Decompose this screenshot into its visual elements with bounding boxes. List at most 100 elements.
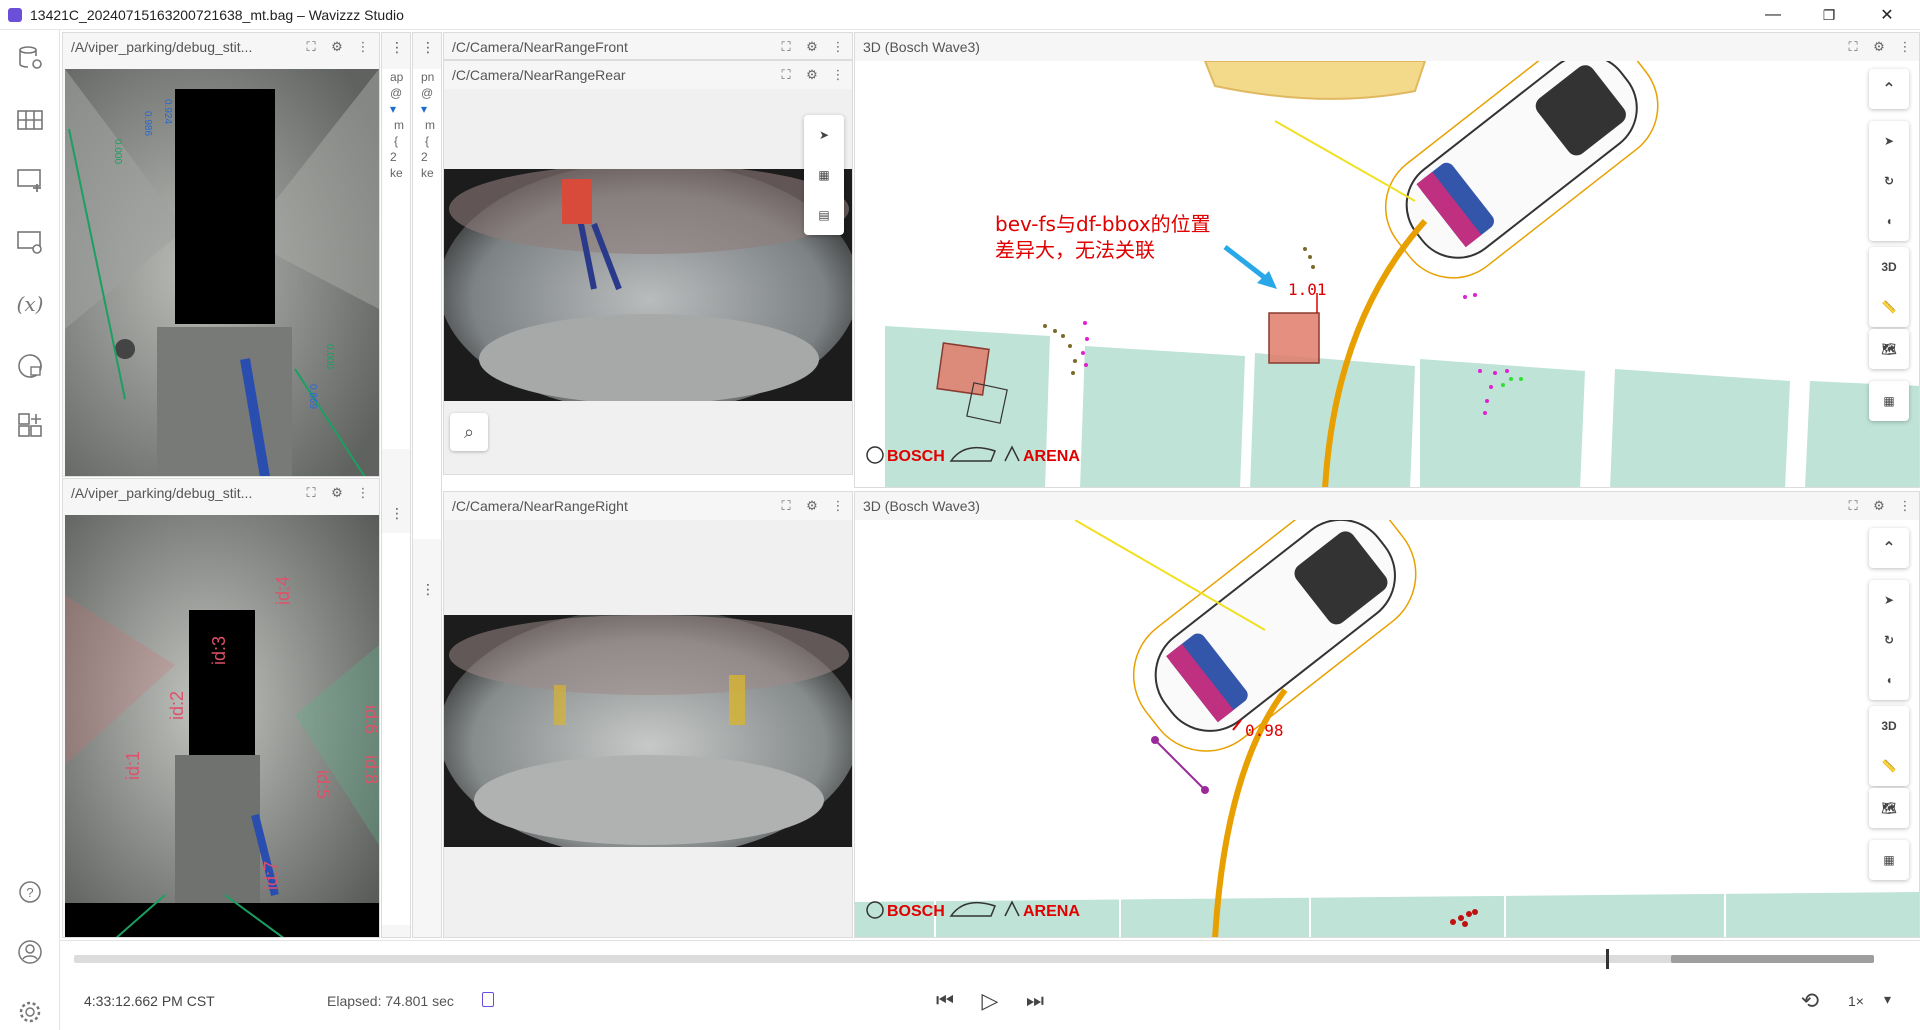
- close-button[interactable]: ✕: [1864, 0, 1910, 30]
- expand-icon[interactable]: ⛶: [303, 485, 319, 501]
- scene-toolbar-bottom: ⌃: [1869, 528, 1909, 568]
- gear-icon[interactable]: ⚙: [1871, 39, 1887, 55]
- camera-right-image: [444, 615, 852, 847]
- window-title: 13421C_20240715163200721638_mt.bag – Wav…: [30, 6, 404, 23]
- add-panel-icon[interactable]: [14, 164, 46, 196]
- bosch-logo-icon: [866, 446, 884, 464]
- expand-icon[interactable]: ⛶: [1845, 498, 1861, 514]
- help-icon[interactable]: ?: [14, 876, 46, 908]
- timeline-track[interactable]: [74, 949, 1874, 969]
- gear-icon[interactable]: ⚙: [804, 39, 820, 55]
- label-3d-button[interactable]: 3D: [1869, 247, 1909, 287]
- map-icon[interactable]: 🗺: [1869, 329, 1909, 369]
- narrow-panel-1: ⋮ ap @ ▾ m { 2 ke ⋮: [381, 32, 411, 938]
- gear-icon[interactable]: ⚙: [804, 67, 820, 83]
- debug-image-bottom: id:4 id:3 id:2 id:1 id:8 id:6 id:7 id:5: [65, 515, 379, 937]
- narrow-text: @: [390, 86, 403, 100]
- grid-icon[interactable]: ▦: [1869, 840, 1909, 880]
- maximize-button[interactable]: ❐: [1806, 0, 1852, 30]
- speed-dropdown-icon[interactable]: ▾: [1884, 991, 1891, 1008]
- debug-label: id:1: [123, 751, 143, 780]
- expand-icon[interactable]: ⛶: [1845, 39, 1861, 55]
- film-icon[interactable]: ▤: [804, 195, 844, 235]
- narrow-text: {: [394, 134, 399, 148]
- camera-front-panel: /C/Camera/NearRangeFront ⛶ ⚙ ⋮: [443, 32, 853, 60]
- minimize-button[interactable]: —: [1750, 0, 1796, 30]
- ruler-icon[interactable]: 📏: [1869, 287, 1909, 327]
- more-icon[interactable]: ⋮: [830, 39, 846, 55]
- settings-icon[interactable]: [14, 996, 46, 1028]
- more-icon[interactable]: ⋮: [830, 67, 846, 83]
- expand-icon[interactable]: ⛶: [303, 39, 319, 55]
- grid-icon[interactable]: ▦: [1869, 381, 1909, 421]
- gear-icon[interactable]: ⚙: [329, 39, 345, 55]
- debug-panel-top: /A/viper_parking/debug_stit... ⛶ ⚙ ⋮ 0.9…: [62, 32, 380, 477]
- expand-icon[interactable]: ⛶: [778, 498, 794, 514]
- help-glyph: ?: [26, 884, 34, 900]
- title-bar: 13421C_20240715163200721638_mt.bag – Wav…: [0, 0, 1920, 30]
- scene-canvas-bottom[interactable]: 0.98 BOSCH ARENA: [855, 520, 1919, 937]
- more-icon[interactable]: ⋮: [390, 505, 404, 522]
- variables-icon[interactable]: (𝑥): [14, 288, 46, 320]
- more-icon[interactable]: ⋮: [421, 39, 435, 56]
- brand-bosch: BOSCH: [887, 903, 945, 920]
- more-icon[interactable]: ⋮: [390, 39, 404, 56]
- gear-icon[interactable]: ⚙: [1871, 498, 1887, 514]
- pointer-icon[interactable]: ➤: [804, 115, 844, 155]
- more-icon[interactable]: ⋮: [355, 39, 371, 55]
- scene-canvas-top[interactable]: 1.01 bev-fs与df-bbox的位置 差异大，无法关联 BOSCH AR…: [855, 61, 1919, 487]
- mouse-icon[interactable]: ◖: [1869, 201, 1909, 241]
- mouse-icon[interactable]: ◖: [1869, 660, 1909, 700]
- more-icon[interactable]: ⋮: [1897, 39, 1913, 55]
- caret-icon[interactable]: ▾: [421, 101, 441, 117]
- qr-icon[interactable]: ▦: [804, 155, 844, 195]
- expand-icon[interactable]: ⛶: [778, 67, 794, 83]
- debug-label: 0.986: [142, 111, 153, 136]
- add-extension-icon[interactable]: [14, 410, 46, 442]
- panel-title: 3D (Bosch Wave3): [855, 33, 1919, 61]
- label-3d-button[interactable]: 3D: [1869, 706, 1909, 746]
- more-icon[interactable]: ⋮: [830, 498, 846, 514]
- pointer-icon[interactable]: ➤: [1869, 580, 1909, 620]
- skip-back-button[interactable]: ⏮: [930, 987, 960, 1015]
- more-icon[interactable]: ⋮: [355, 485, 371, 501]
- more-icon[interactable]: ⋮: [421, 581, 435, 598]
- ruler-icon[interactable]: 📏: [1869, 746, 1909, 786]
- map-icon[interactable]: 🗺: [1869, 788, 1909, 828]
- panel-settings-icon[interactable]: [14, 226, 46, 258]
- layout-icon[interactable]: [14, 104, 46, 136]
- loop-button[interactable]: ⟲: [1795, 987, 1825, 1015]
- scene-toolbar-top-4: 🗺: [1869, 329, 1909, 369]
- scene-panel-bottom: 3D (Bosch Wave3) ⛶ ⚙ ⋮ 0.98 BOSCH ARENA …: [854, 491, 1920, 938]
- timeline-playhead[interactable]: [1605, 949, 1609, 969]
- account-icon[interactable]: [14, 936, 46, 968]
- annotation-line-1: bev-fs与df-bbox的位置: [995, 212, 1211, 236]
- play-button[interactable]: ▷: [975, 987, 1005, 1015]
- debug-label: id:3: [209, 636, 229, 665]
- skip-forward-button[interactable]: ⏭: [1020, 987, 1050, 1015]
- pointer-icon[interactable]: ➤: [1869, 121, 1909, 161]
- extensions-icon[interactable]: [14, 350, 46, 382]
- camera-toolbar: ➤ ▦ ▤: [804, 115, 844, 235]
- gear-icon[interactable]: ⚙: [804, 498, 820, 514]
- data-source-icon[interactable]: [14, 42, 46, 74]
- caret-icon[interactable]: ▾: [390, 101, 410, 117]
- speed-value[interactable]: 1×: [1848, 993, 1864, 1009]
- chevron-up-icon[interactable]: ⌃: [1869, 528, 1909, 568]
- timeline-buffered: [1670, 955, 1874, 963]
- gear-icon[interactable]: ⚙: [329, 485, 345, 501]
- playback-bar: 4:33:12.662 PM CST Elapsed: 74.801 sec ⏮…: [60, 940, 1920, 1030]
- app-icon: [8, 7, 22, 22]
- scene-toolbar-top-2: ➤ ↻ ◖: [1869, 121, 1909, 241]
- confidence-label: 1.01: [1288, 280, 1327, 299]
- debug-panel-bottom: /A/viper_parking/debug_stit... ⛶ ⚙ ⋮ id:…: [62, 478, 380, 938]
- copy-icon[interactable]: [482, 992, 494, 1007]
- chevron-up-icon[interactable]: ⌃: [1869, 69, 1909, 109]
- debug-label: 0.000: [112, 139, 123, 164]
- search-button[interactable]: ⌕: [450, 413, 488, 451]
- elapsed-time: Elapsed: 74.801 sec: [327, 993, 454, 1009]
- rotate-icon[interactable]: ↻: [1869, 620, 1909, 660]
- rotate-icon[interactable]: ↻: [1869, 161, 1909, 201]
- expand-icon[interactable]: ⛶: [778, 39, 794, 55]
- more-icon[interactable]: ⋮: [1897, 498, 1913, 514]
